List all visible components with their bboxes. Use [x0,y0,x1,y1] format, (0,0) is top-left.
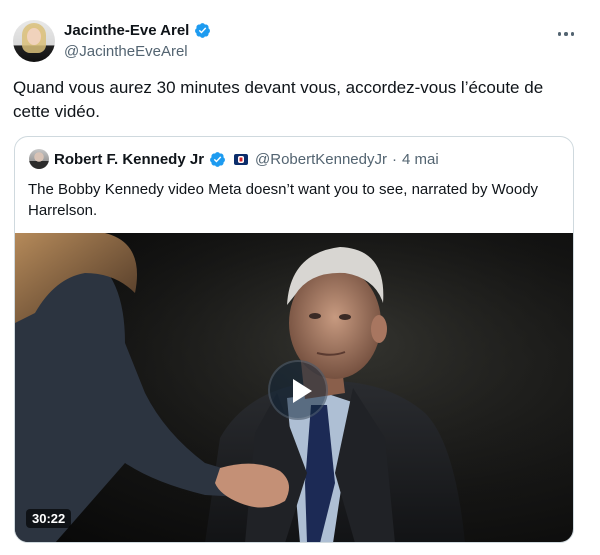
avatar-face [27,28,41,45]
quoted-tweet[interactable]: Robert F. Kennedy Jr @RobertKennedyJr · … [14,136,574,543]
quoted-display-name[interactable]: Robert F. Kennedy Jr [54,151,204,168]
quoted-header: Robert F. Kennedy Jr @RobertKennedyJr · … [29,149,439,169]
author-display-name[interactable]: Jacinthe-Eve Arel [64,22,189,39]
more-options-icon[interactable] [555,27,577,41]
quoted-avatar[interactable] [29,149,49,169]
play-icon[interactable] [268,360,328,420]
quoted-text: The Bobby Kennedy video Meta doesn’t wan… [28,181,539,219]
quoted-handle[interactable]: @RobertKennedyJr [255,151,387,168]
author-avatar[interactable] [13,20,55,62]
campaign-flag-icon [234,153,249,165]
video-player[interactable]: 30:22 [15,233,573,542]
quoted-separator: · [392,150,397,168]
tweet-text: Quand vous aurez 30 minutes devant vous,… [13,78,544,121]
more-dot [564,32,568,36]
author-handle[interactable]: @JacintheEveArel [64,43,188,60]
more-dot [570,32,575,36]
verified-badge-icon [210,151,225,167]
author-name-row: Jacinthe-Eve Arel [64,22,211,39]
more-dot [557,32,562,36]
tweet-card: Jacinthe-Eve Arel @JacintheEveArel Quand… [0,0,600,555]
quoted-date[interactable]: 4 mai [402,151,439,168]
video-duration: 30:22 [26,509,72,528]
verified-badge-icon [195,23,211,38]
